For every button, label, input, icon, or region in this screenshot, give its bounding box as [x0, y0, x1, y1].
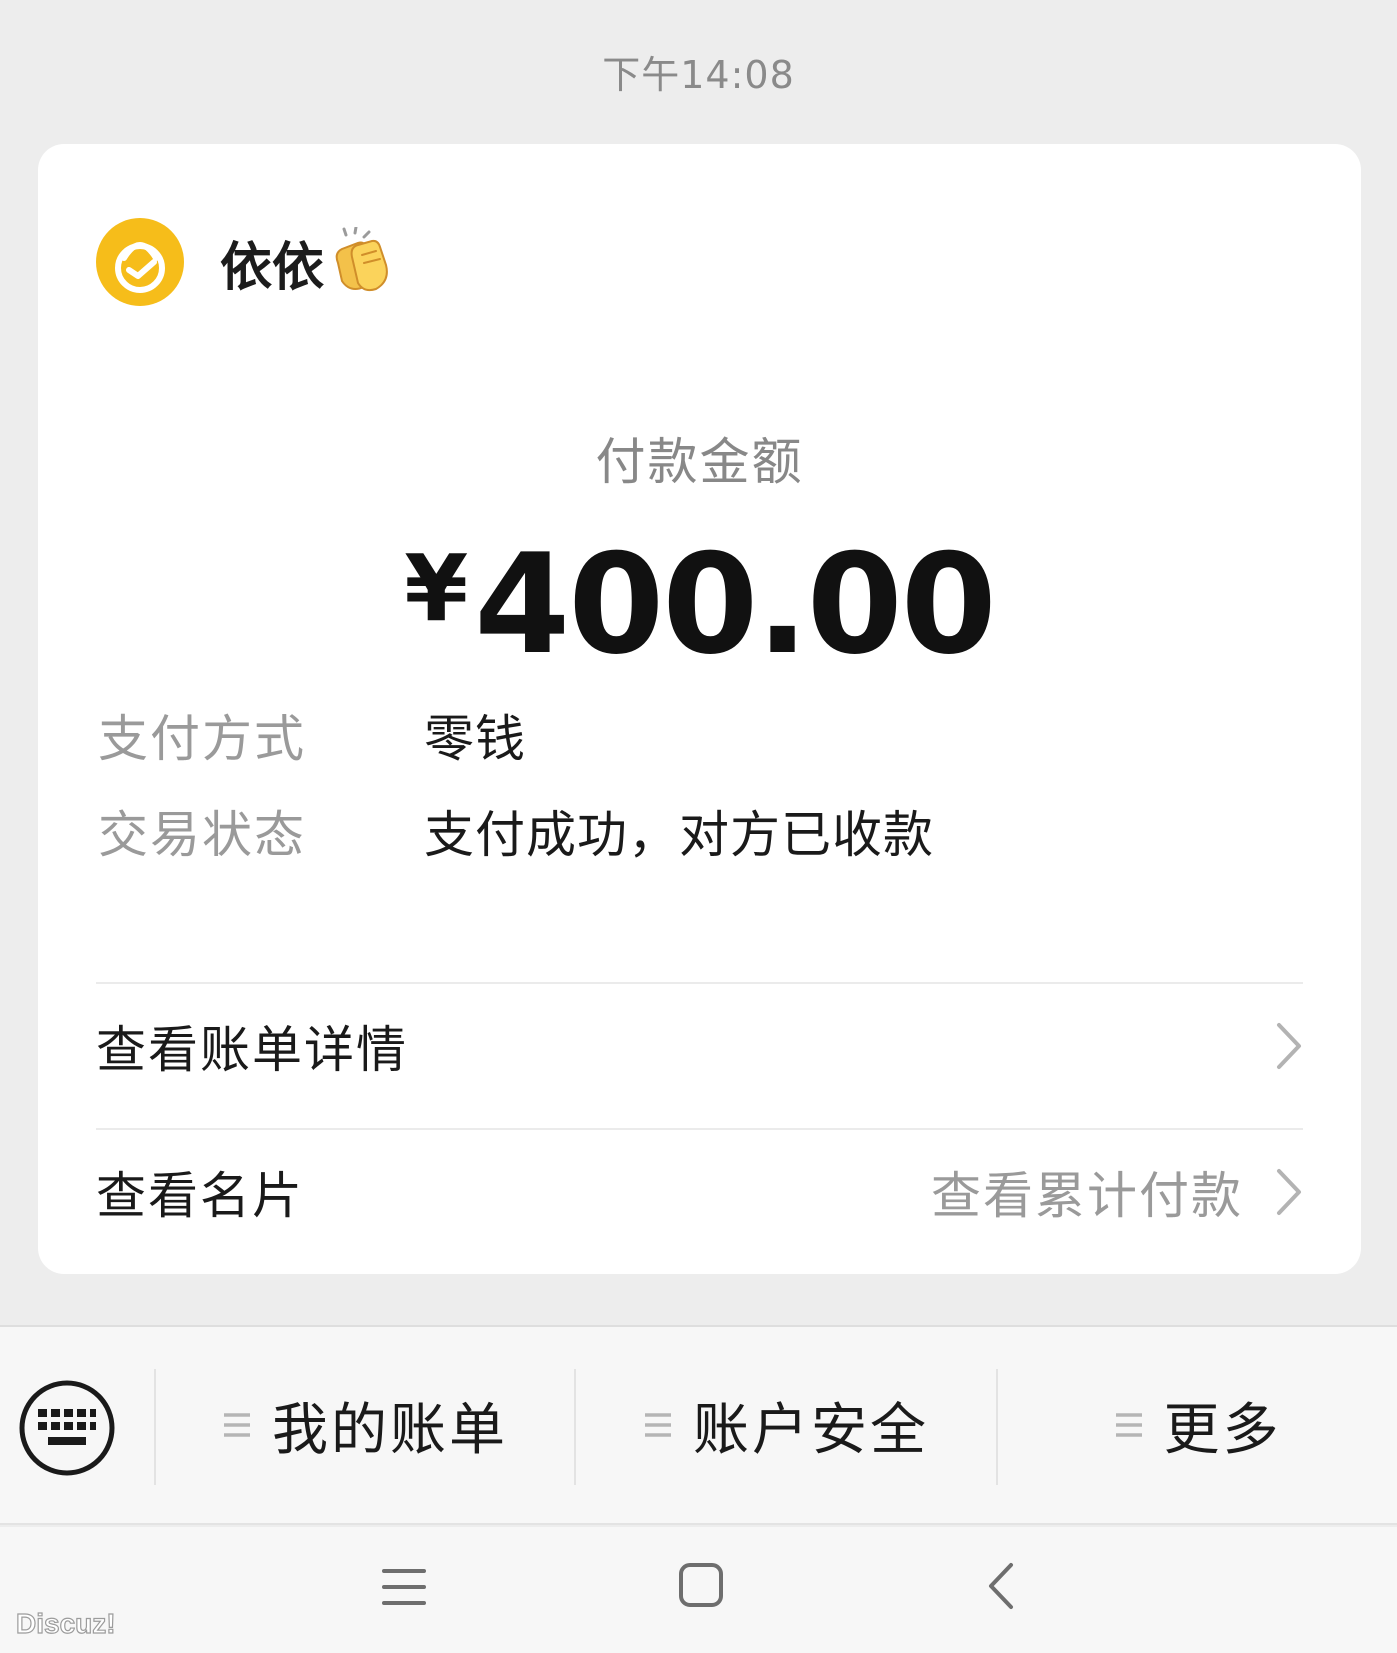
transaction-status-value: 支付成功，对方已收款: [424, 806, 934, 864]
menu-more-label: 更多: [1163, 1397, 1282, 1463]
merchant-header[interactable]: 依依: [96, 216, 398, 308]
watermark: Discuz!: [15, 1607, 116, 1639]
back-chevron-icon[interactable]: [985, 1561, 1017, 1611]
amount-label: 付款金额: [595, 433, 804, 491]
menu-my-bills-label: 我的账单: [272, 1397, 508, 1463]
chevron-right-icon: [1277, 1023, 1301, 1069]
payment-method-label: 支付方式: [98, 710, 306, 768]
menu-account-security-label: 账户安全: [693, 1397, 929, 1463]
transaction-status-row: 交易状态 支付成功，对方已收款: [98, 796, 934, 866]
list-icon: [224, 1413, 250, 1437]
list-icon: [1115, 1413, 1142, 1437]
amount-value: 400.00: [474, 524, 997, 685]
system-navigation-bar: [0, 1527, 1397, 1653]
payment-card: 依依 付款金额 ¥400.00 支付方式 零钱 交易状态 支付成功，对方已收款 …: [38, 144, 1361, 1274]
view-total-payment-link[interactable]: 查看累计付款: [931, 1156, 1243, 1228]
payment-method-value: 零钱: [424, 710, 526, 768]
merchant-name: 依依: [220, 237, 325, 298]
currency-symbol: ¥: [404, 535, 469, 642]
wallet-badge-icon: [96, 218, 184, 306]
chat-bottom-menu: 我的账单 账户安全 更多: [0, 1325, 1397, 1525]
divider: [96, 1128, 1303, 1130]
transaction-status-label: 交易状态: [98, 806, 306, 864]
home-square-icon[interactable]: [677, 1561, 725, 1609]
list-icon: [645, 1413, 671, 1437]
chevron-right-icon: [1277, 1169, 1301, 1215]
timestamp: 下午14:08: [602, 53, 795, 97]
divider: [96, 982, 1303, 984]
menu-account-security[interactable]: 账户安全: [576, 1327, 996, 1523]
payment-method-row: 支付方式 零钱: [98, 700, 526, 770]
menu-more[interactable]: 更多: [998, 1327, 1397, 1523]
payment-amount: ¥400.00: [38, 524, 1361, 685]
view-card-label: 查看名片: [96, 1167, 304, 1225]
view-card-row[interactable]: 查看名片 查看累计付款: [96, 1132, 1303, 1252]
menu-icon[interactable]: [380, 1565, 428, 1609]
view-bill-details-label: 查看账单详情: [96, 1021, 408, 1079]
clapping-hands-icon: [335, 227, 388, 292]
view-bill-details-row[interactable]: 查看账单详情: [96, 986, 1303, 1106]
menu-my-bills[interactable]: 我的账单: [156, 1327, 574, 1523]
keyboard-icon[interactable]: [18, 1379, 116, 1477]
